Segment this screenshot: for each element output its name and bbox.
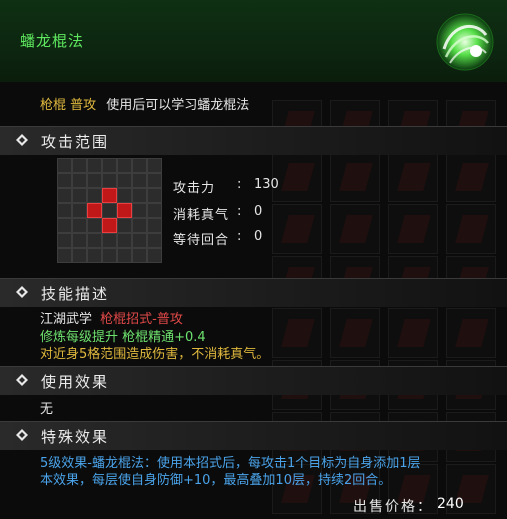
background-inventory-slot [446,308,496,358]
range-section-title: 攻击范围 [41,133,110,151]
attack-range-grid [57,158,185,263]
range-cell [132,248,147,263]
range-cell [117,233,132,248]
range-cell [72,188,87,203]
skill-type-desc: 使用后可以学习蟠龙棍法 [106,98,250,113]
range-cell [102,158,117,173]
range-cell [147,188,162,203]
range-cell [132,203,147,218]
range-cell [102,233,117,248]
range-cell [132,173,147,188]
range-cell [147,158,162,173]
range-cell [87,158,102,173]
stat-colon: : [237,177,242,192]
range-section-header: 攻击范围 [0,126,507,155]
range-cell [102,203,117,218]
skill-tooltip: 蟠龙棍法 枪棍 普攻 使用后可以学习蟠龙棍法 攻击范围 攻击力: 130 消耗… [0,0,507,519]
background-inventory-slot [446,204,496,254]
range-cell [102,173,117,188]
use-section-title: 使用效果 [41,373,110,391]
background-inventory-slot [388,204,438,254]
range-cell-active [87,203,102,218]
range-cell [57,188,72,203]
skill-name: 蟠龙棍法 [20,32,85,50]
range-cell [117,173,132,188]
background-inventory-slot [272,152,322,202]
range-cell [72,233,87,248]
range-cell [72,248,87,263]
stat-label-attack: 攻击力 [173,181,216,196]
range-cell [117,218,132,233]
range-cell [87,218,102,233]
background-inventory-slot [272,308,322,358]
skill-type-tag: 枪棍 普攻 [40,98,97,113]
range-cell [117,188,132,203]
range-cell [117,248,132,263]
special-section-title: 特殊效果 [41,428,110,446]
range-cell [132,233,147,248]
range-cell [57,173,72,188]
range-cell-active [102,218,117,233]
special-section-header: 特殊效果 [0,421,507,450]
background-inventory-slot [446,152,496,202]
diamond-icon [16,286,28,298]
range-cell [57,158,72,173]
stat-value-attack: 130 [254,177,279,192]
range-cell [147,218,162,233]
range-cell [147,233,162,248]
special-effect-line-2: 本效果，每层使自身防御+10，最高叠加10层，持续2回合。 [40,473,392,488]
range-cell [132,218,147,233]
background-inventory-slot [388,152,438,202]
range-cell [87,188,102,203]
range-cell [147,203,162,218]
range-cell [72,173,87,188]
range-cell [102,248,117,263]
background-inventory-slot [272,204,322,254]
range-cell [57,203,72,218]
stat-label-qi-cost: 消耗真气 [173,208,230,223]
desc-effect-line: 对近身5格范围造成伤害，不消耗真气。 [40,347,270,362]
desc-category-type: 枪棍招式-普攻 [100,312,183,327]
use-effect-text: 无 [40,402,54,417]
desc-section-title: 技能描述 [41,285,110,303]
desc-section-header: 技能描述 [0,278,507,307]
range-cell [117,158,132,173]
diamond-icon [16,374,28,386]
background-inventory-slot [330,152,380,202]
range-cell [72,203,87,218]
range-cell [87,233,102,248]
sell-price-value: 240 [437,496,464,512]
stat-label-wait-turns: 等待回合 [173,233,230,248]
range-cell [147,248,162,263]
stat-colon: : [237,229,242,244]
stat-colon: : [237,204,242,219]
sell-price-label: 出售价格： [353,499,433,515]
range-cell [57,233,72,248]
range-cell [132,188,147,203]
skill-type-line: 枪棍 普攻 使用后可以学习蟠龙棍法 [40,94,249,113]
range-cell [57,248,72,263]
use-section-header: 使用效果 [0,366,507,395]
range-cell [87,173,102,188]
range-cell [147,173,162,188]
range-cell [57,218,72,233]
background-inventory-slot [330,204,380,254]
background-inventory-slot [388,308,438,358]
range-cell-active [117,203,132,218]
stat-value-wait-turns: 0 [254,229,263,244]
range-cell [87,248,102,263]
desc-category-prefix: 江湖武学 [40,312,93,327]
desc-category-line: 江湖武学 枪棍招式-普攻 [40,308,183,327]
range-cell [132,158,147,173]
green-swirl-skill-icon [436,13,494,71]
range-cell-active [102,188,117,203]
diamond-icon [16,429,28,441]
tooltip-header: 蟠龙棍法 [0,0,507,82]
range-cell [72,158,87,173]
range-cell [72,218,87,233]
diamond-icon [16,134,28,146]
stat-value-qi-cost: 0 [254,204,263,219]
background-inventory-slot [330,308,380,358]
